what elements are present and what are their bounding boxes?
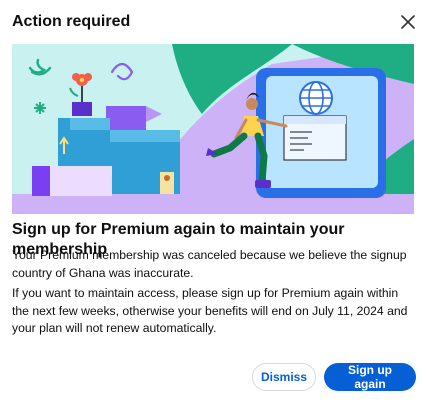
premium-illustration-banner — [12, 44, 414, 214]
dialog-title: Action required — [12, 13, 131, 30]
close-icon[interactable] — [398, 12, 418, 32]
dialog-header: Action required — [12, 11, 418, 35]
maintain-access-text: If you want to maintain access, please s… — [12, 286, 408, 335]
dialog-actions: Dismiss Sign up again — [252, 363, 416, 391]
globe-icon — [299, 81, 333, 115]
action-required-dialog: Action required Sign up for Premium agai… — [0, 0, 430, 406]
cancellation-reason-text: Your Premium membership was canceled bec… — [12, 248, 407, 280]
tablet-illustration — [256, 68, 386, 198]
dismiss-button[interactable]: Dismiss — [252, 363, 316, 391]
sign-up-again-button[interactable]: Sign up again — [324, 363, 416, 391]
